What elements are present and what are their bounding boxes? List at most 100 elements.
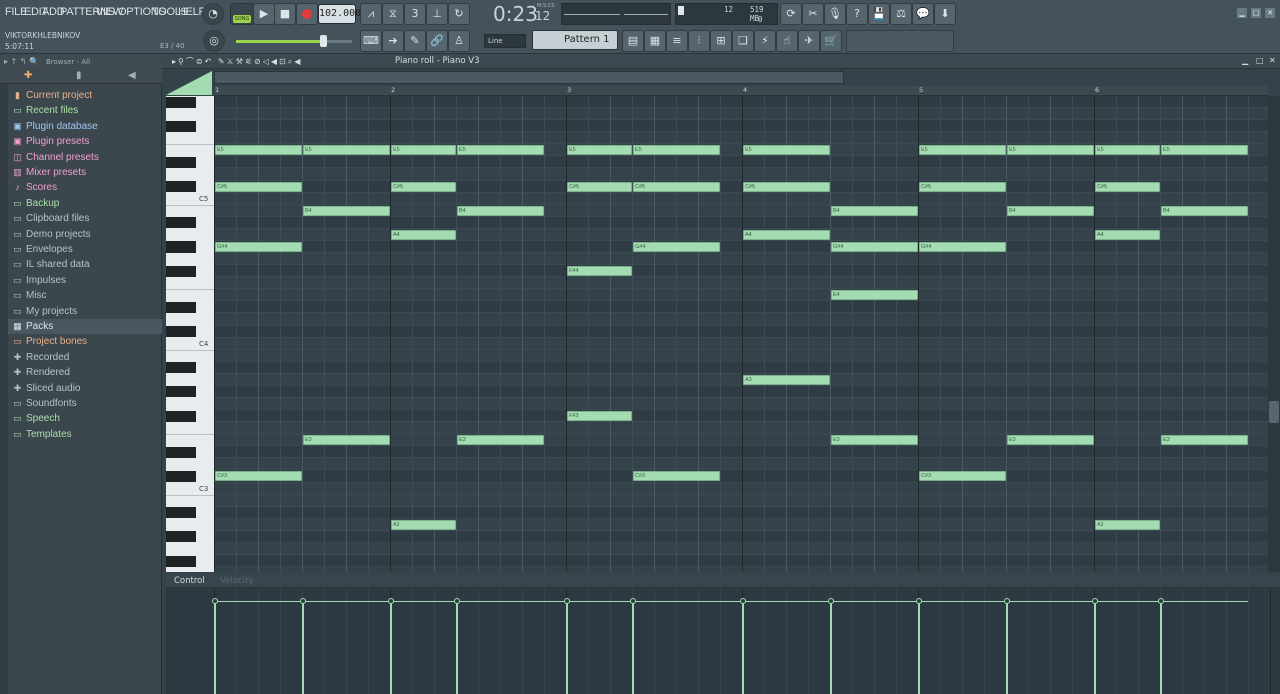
browser-item[interactable]: ▭ Templates <box>0 427 162 442</box>
browser-item[interactable]: ◫ Channel presets <box>0 150 162 165</box>
velocity-handle[interactable] <box>300 598 306 604</box>
wait-input-icon[interactable]: ⧖ <box>382 3 404 25</box>
link-icon[interactable]: 🔗 <box>426 30 448 52</box>
typing-keyboard-icon[interactable]: ⌨ <box>360 30 382 52</box>
shop-cart-icon[interactable]: 🛒 <box>820 30 842 52</box>
note[interactable]: A4 <box>391 229 456 240</box>
note[interactable]: E5 <box>457 145 544 156</box>
plug-icon[interactable]: ⚡ <box>754 30 776 52</box>
stop-button[interactable]: ■ <box>274 3 296 25</box>
brush-icon[interactable]: ✎ <box>404 30 426 52</box>
touch-keyboard-icon[interactable]: ☝ <box>776 30 798 52</box>
black-key[interactable] <box>166 555 196 567</box>
note[interactable]: E3 <box>303 435 390 446</box>
black-key[interactable] <box>166 386 196 398</box>
velocity-stem[interactable] <box>830 601 832 694</box>
browser-item[interactable]: ▭ Clipboard files <box>0 211 162 226</box>
channel-rack-icon[interactable]: ▤ <box>622 30 644 52</box>
note[interactable]: E5 <box>1007 145 1094 156</box>
browser-item[interactable]: ▭ Envelopes <box>0 242 162 257</box>
mixer-icon[interactable]: ⚖ <box>890 3 912 25</box>
control-label[interactable]: Control <box>174 576 205 586</box>
note[interactable]: E5 <box>919 145 1006 156</box>
note[interactable]: B4 <box>831 205 918 216</box>
note[interactable]: E5 <box>391 145 456 156</box>
stamp-icon[interactable]: ♙ <box>448 30 470 52</box>
browser-item[interactable]: ▣ Plugin database <box>0 119 162 134</box>
velocity-handle[interactable] <box>1004 598 1010 604</box>
song-mode-toggle[interactable]: SONG <box>230 3 254 25</box>
master-volume-knob-icon[interactable]: ◎ <box>203 30 225 52</box>
velocity-stem[interactable] <box>1006 601 1008 694</box>
note[interactable]: C#3 <box>633 471 720 482</box>
browser-item[interactable]: ▣ Plugin presets <box>0 134 162 149</box>
velocity-handle[interactable] <box>388 598 394 604</box>
browser-doc-icon[interactable]: ▮ <box>76 70 82 81</box>
pattern-overview[interactable] <box>214 71 844 84</box>
pr-maximize-button[interactable]: □ <box>1256 56 1264 65</box>
close-button[interactable]: ✕ <box>1265 8 1275 18</box>
note[interactable]: C#5 <box>1095 181 1160 192</box>
chat-icon[interactable]: 💬 <box>912 3 934 25</box>
note[interactable]: A2 <box>391 519 456 530</box>
black-key[interactable] <box>166 470 196 483</box>
black-key[interactable] <box>166 410 196 422</box>
note[interactable]: C#3 <box>215 471 302 482</box>
note[interactable]: C#5 <box>215 181 302 192</box>
note[interactable]: E5 <box>215 145 302 156</box>
snap-select[interactable]: Line <box>484 34 526 48</box>
black-key[interactable] <box>166 120 196 132</box>
black-key[interactable] <box>166 326 196 338</box>
note[interactable]: G#4 <box>633 241 720 252</box>
piano-roll-icon[interactable]: ▦ <box>644 30 666 52</box>
plugin-picker-icon[interactable]: ❏ <box>732 30 754 52</box>
browser-speaker-icon[interactable]: ◀ <box>128 70 136 81</box>
note[interactable]: E3 <box>457 435 544 446</box>
news-panel[interactable] <box>846 30 954 52</box>
velocity-stem[interactable] <box>456 601 458 694</box>
note[interactable]: A2 <box>1095 519 1160 530</box>
pr-close-button[interactable]: ✕ <box>1269 56 1276 65</box>
help-icon[interactable]: ? <box>846 3 868 25</box>
note[interactable]: E4 <box>831 290 918 301</box>
tempo-knob-icon[interactable]: ◔ <box>202 3 224 25</box>
download-icon[interactable]: ⬇ <box>934 3 956 25</box>
velocity-handle[interactable] <box>1158 598 1164 604</box>
note[interactable]: B4 <box>1161 205 1248 216</box>
note[interactable]: E5 <box>567 145 632 156</box>
cut-icon[interactable]: ✂ <box>802 3 824 25</box>
browser-add-icon[interactable]: ✚ <box>24 70 32 81</box>
note[interactable]: E5 <box>1095 145 1160 156</box>
control-target[interactable]: Velocity <box>220 576 253 586</box>
browser-item[interactable]: ✚ Rendered <box>0 365 162 380</box>
browser-item[interactable]: ▭ Speech <box>0 411 162 426</box>
note[interactable]: E5 <box>1161 145 1248 156</box>
velocity-handle[interactable] <box>1092 598 1098 604</box>
velocity-handle[interactable] <box>212 598 218 604</box>
browser-window-icon[interactable]: ⊞ <box>710 30 732 52</box>
pr-minimize-button[interactable]: ▁ <box>1242 56 1248 65</box>
browser-item[interactable]: ▭ Recent files <box>0 103 162 118</box>
velocity-handle[interactable] <box>916 598 922 604</box>
play-button[interactable]: ▶ <box>253 3 275 25</box>
browser-item[interactable]: ▦ Packs <box>0 319 162 334</box>
note[interactable]: C#3 <box>919 471 1006 482</box>
vertical-scrollbar[interactable] <box>1268 96 1280 572</box>
record-button[interactable] <box>296 3 318 25</box>
black-key[interactable] <box>166 217 196 229</box>
pattern-selector[interactable]: Pattern 1 <box>532 30 618 50</box>
loop-record-icon[interactable]: ↻ <box>448 3 470 25</box>
note[interactable]: C#5 <box>743 181 830 192</box>
velocity-handle[interactable] <box>828 598 834 604</box>
velocity-lane[interactable] <box>212 588 1271 694</box>
note[interactable]: F#3 <box>567 411 632 422</box>
velocity-stem[interactable] <box>390 601 392 694</box>
browser-item[interactable]: ▭ Project bones <box>0 334 162 349</box>
black-key[interactable] <box>166 446 196 458</box>
step-edit-icon[interactable]: ⊥ <box>426 3 448 25</box>
note[interactable]: E3 <box>1007 435 1094 446</box>
note[interactable]: E5 <box>303 145 390 156</box>
note[interactable]: F#4 <box>567 266 632 277</box>
browser-item[interactable]: ▭ Soundfonts <box>0 396 162 411</box>
note[interactable]: G#4 <box>215 241 302 252</box>
